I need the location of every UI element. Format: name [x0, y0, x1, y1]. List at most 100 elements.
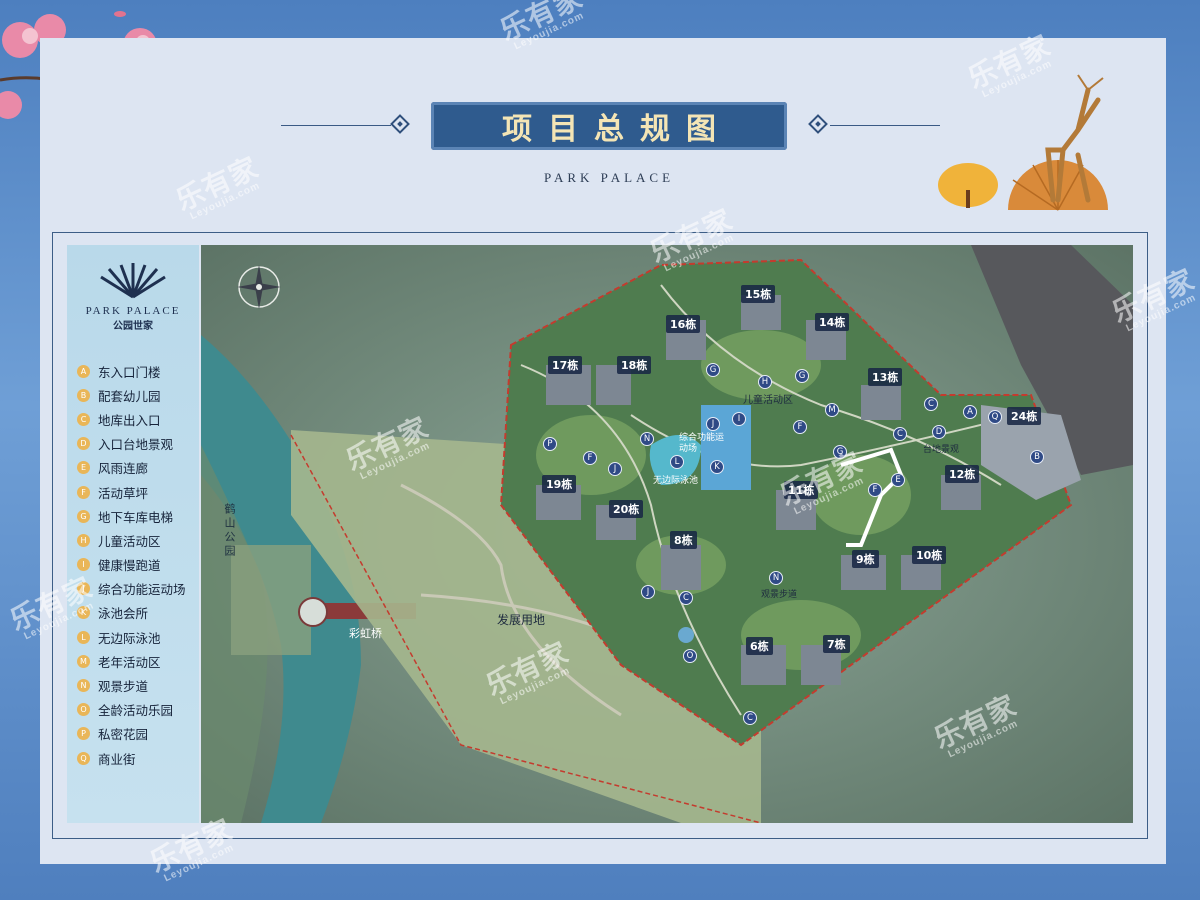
building-label: 24栋 — [1007, 407, 1042, 425]
building-label: 6栋 — [746, 637, 773, 655]
legend-label: 全龄活动乐园 — [98, 703, 174, 719]
legend-label: 健康慢跑道 — [98, 558, 161, 574]
facility-marker: O — [683, 649, 697, 663]
facility-marker: P — [543, 437, 557, 451]
legend-badge: D — [77, 437, 90, 451]
legend-badge: G — [77, 509, 90, 523]
building-label: 8栋 — [670, 531, 697, 549]
facility-marker: J — [608, 462, 622, 476]
legend-label: 无边际泳池 — [98, 630, 161, 646]
legend-label: 综合功能运动场 — [98, 582, 186, 598]
legend-item: C 地库出入口 — [77, 407, 186, 431]
legend-label: 观景步道 — [98, 679, 149, 695]
legend-item: B 配套幼儿园 — [77, 383, 186, 407]
facility-marker: F — [583, 451, 597, 465]
development-land-label: 发展用地 — [497, 613, 546, 627]
building-label: 17栋 — [548, 356, 583, 374]
legend-item: G 地下车库电梯 — [77, 504, 186, 528]
page-subtitle: PARK PALACE — [543, 170, 675, 185]
facility-marker: C — [679, 591, 693, 605]
legend-item: F 活动草坪 — [77, 480, 186, 504]
building-label: 20栋 — [609, 500, 644, 518]
legend-badge: Q — [77, 751, 90, 765]
facility-marker: J — [641, 585, 655, 599]
legend-item: D 入口台地景观 — [77, 432, 186, 456]
building-label: 9栋 — [852, 550, 879, 568]
deer-fan-decoration — [938, 74, 1108, 211]
building-label: 7栋 — [823, 635, 850, 653]
legend-badge: E — [77, 461, 90, 475]
legend-item: E 风雨连廊 — [77, 456, 186, 480]
logo-english: PARK PALACE — [85, 305, 181, 317]
facility-marker: F — [868, 483, 882, 497]
legend-label: 儿童活动区 — [98, 533, 161, 549]
legend-item: M 老年活动区 — [77, 649, 186, 673]
legend-badge: H — [77, 533, 90, 547]
facility-marker: A — [963, 405, 977, 419]
page-title: 项目总规图 — [502, 112, 732, 147]
legend-badge: A — [77, 364, 90, 378]
building-label: 10栋 — [912, 546, 947, 564]
facility-marker: C — [743, 711, 757, 725]
project-logo: PARK PALACE 公园世家 — [67, 263, 199, 332]
facility-marker: G — [795, 369, 809, 383]
facility-marker: D — [932, 425, 946, 439]
legend-label: 老年活动区 — [98, 654, 161, 670]
legend-item: Q 商业街 — [77, 746, 186, 770]
legend-item: O 全龄活动乐园 — [77, 698, 186, 722]
facility-marker: G — [706, 363, 720, 377]
legend-badge: N — [77, 679, 90, 693]
legend-label: 商业街 — [98, 751, 136, 767]
building-label: 19栋 — [542, 475, 577, 493]
building-label: 12栋 — [945, 465, 980, 483]
legend-label: 入口台地景观 — [98, 437, 174, 453]
logo-chinese: 公园世家 — [113, 321, 153, 332]
legend-item: H 儿童活动区 — [77, 528, 186, 552]
facility-marker: I — [732, 412, 746, 426]
building-label: 13栋 — [868, 368, 903, 386]
legend-label: 东入口门楼 — [98, 364, 161, 380]
legend-item: P 私密花园 — [77, 722, 186, 746]
legend-item: N 观景步道 — [77, 673, 186, 697]
title-left-line — [281, 125, 391, 126]
legend-badge: O — [77, 703, 90, 717]
legend-badge: P — [77, 727, 90, 741]
sports-field-label: 综合功能运动场 — [679, 433, 725, 454]
legend-badge: B — [77, 388, 90, 402]
facility-marker: C — [893, 427, 907, 441]
terrace-label: 台地景观 — [923, 445, 960, 455]
building-label: 15栋 — [741, 285, 776, 303]
facility-marker: K — [710, 460, 724, 474]
facility-marker: L — [670, 455, 684, 469]
legend-label: 地下车库电梯 — [98, 509, 174, 525]
legend-badge: I — [77, 558, 90, 572]
legend-badge: C — [77, 412, 90, 426]
legend-badge: L — [77, 630, 90, 644]
legend-label: 泳池会所 — [98, 606, 149, 622]
legend-panel: PARK PALACE 公园世家 A 东入口门楼 B 配套幼儿园 C 地库出入口 D 入口台地… — [67, 245, 199, 823]
facility-marker: F — [793, 420, 807, 434]
title-right-line — [830, 125, 940, 126]
facility-marker: N — [640, 432, 654, 446]
facility-marker: N — [769, 571, 783, 585]
infinity-pool-label: 无边际泳池 — [653, 476, 699, 486]
facility-marker: M — [825, 403, 839, 417]
facility-marker: B — [1030, 450, 1044, 464]
legend-label: 私密花园 — [98, 727, 149, 743]
heshan-park-label: 鹤山公园 — [223, 503, 236, 559]
building-label: 18栋 — [617, 356, 652, 374]
facility-marker: H — [758, 375, 772, 389]
building-label: 16栋 — [666, 315, 701, 333]
legend-label: 风雨连廊 — [98, 461, 149, 477]
facility-marker: E — [891, 473, 905, 487]
legend-badge: F — [77, 485, 90, 499]
facility-marker: Q — [988, 410, 1002, 424]
legend-label: 配套幼儿园 — [98, 388, 161, 404]
children-area-label: 儿童活动区 — [743, 395, 793, 406]
facility-marker: C — [924, 397, 938, 411]
viewing-path-label: 观景步道 — [761, 590, 798, 600]
legend-label: 活动草坪 — [98, 485, 149, 501]
heshan-park-area — [231, 545, 311, 655]
facility-marker: J — [706, 417, 720, 431]
legend-label: 地库出入口 — [98, 412, 161, 428]
